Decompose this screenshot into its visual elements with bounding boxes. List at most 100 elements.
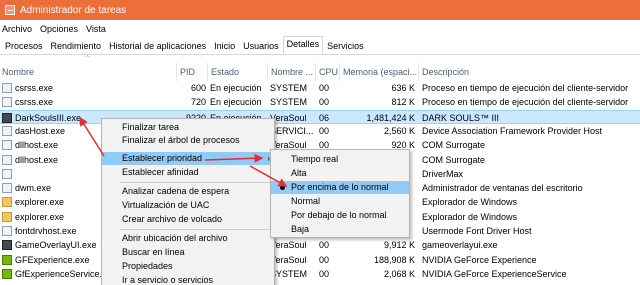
cell-desc: Proceso en tiempo de ejecución del clien… bbox=[422, 83, 629, 93]
menu-item-establecer-prioridad-label: Establecer prioridad bbox=[122, 153, 203, 163]
priority-alta[interactable]: Alta bbox=[271, 167, 409, 180]
priority-submenu: Tiempo real Alta Por encima de lo normal… bbox=[270, 149, 410, 238]
folder-icon bbox=[2, 211, 12, 222]
column-descripcion[interactable]: Descripción bbox=[420, 63, 640, 81]
cell-desc: DriverMax bbox=[422, 168, 464, 179]
column-usuario[interactable]: Nombre ... bbox=[269, 63, 316, 81]
column-pid[interactable]: PID bbox=[178, 63, 208, 81]
priority-baja[interactable]: Baja bbox=[271, 223, 409, 236]
process-icon bbox=[2, 168, 12, 179]
cell-desc: COM Surrogate bbox=[422, 154, 486, 165]
cell-user: SERVICI... bbox=[270, 125, 314, 136]
priority-por-debajo-normal[interactable]: Por debajo de lo normal bbox=[271, 209, 409, 222]
cell-desc: Explorador de Windows bbox=[422, 197, 518, 208]
cell-cpu: 00 bbox=[319, 125, 330, 136]
column-cpu[interactable]: CPU bbox=[317, 63, 340, 81]
process-icon bbox=[2, 140, 12, 151]
table-row[interactable]: GameOverlayUI.exe VeraSoul 00 9,912 Kgameov… bbox=[0, 238, 640, 252]
menu-item-ir-servicio[interactable]: Ir a servicio o servicios bbox=[102, 274, 274, 285]
priority-normal[interactable]: Normal bbox=[271, 195, 409, 208]
cell-cpu: 06 bbox=[319, 112, 330, 123]
tab-detalles[interactable]: Detalles bbox=[282, 36, 324, 54]
cell-pid: 600 bbox=[190, 83, 206, 93]
cell-desc: DARK SOULS™ III bbox=[422, 112, 500, 123]
menu-opciones[interactable]: Opciones bbox=[40, 24, 78, 34]
cell-desc: NVIDIA GeForce ExperienceService bbox=[422, 268, 567, 279]
table-row[interactable]: GfExperienceService.exe SYSTEM 00 2,068 K NV… bbox=[0, 267, 640, 281]
cell-mem: 2,068 K bbox=[383, 268, 415, 279]
cell-desc: NVIDIA GeForce Experience bbox=[422, 254, 537, 265]
menu-item-analizar-cadena[interactable]: Analizar cadena de espera bbox=[102, 185, 274, 198]
cell-user: VeraSoul bbox=[270, 240, 307, 251]
tab-servicios[interactable]: Servicios bbox=[323, 38, 368, 54]
folder-icon bbox=[2, 197, 12, 208]
priority-tiempo-real[interactable]: Tiempo real bbox=[271, 153, 409, 166]
column-estado[interactable]: Estado bbox=[209, 63, 268, 81]
menu-item-establecer-prioridad[interactable]: Establecer prioridad › bbox=[102, 152, 274, 165]
tab-rendimiento[interactable]: Rendimiento bbox=[47, 38, 106, 54]
column-memoria[interactable]: Memoria (espaci... bbox=[341, 63, 419, 81]
cell-user: SYSTEM bbox=[270, 97, 308, 108]
menu-item-finalizar-arbol[interactable]: Finalizar el árbol de procesos bbox=[102, 134, 274, 147]
cell-mem: 188,908 K bbox=[373, 254, 415, 265]
cell-state: En ejecución bbox=[210, 97, 262, 108]
menu-archivo[interactable]: Archivo bbox=[2, 24, 32, 34]
window-title: Administrador de tareas bbox=[20, 4, 127, 16]
table-row[interactable]: csrss.exe 720 En ejecución SYSTEM 00 812 K Pro… bbox=[0, 95, 640, 109]
tab-historial[interactable]: Historial de aplicaciones bbox=[105, 38, 210, 54]
cell-desc: Usermode Font Driver Host bbox=[422, 226, 532, 236]
cell-desc: gameoverlayui.exe bbox=[422, 240, 498, 251]
menu-item-abrir-ubicacion[interactable]: Abrir ubicación del archivo bbox=[102, 232, 274, 245]
priority-por-encima-normal-label: Por encima de lo normal bbox=[291, 182, 389, 192]
cell-cpu: 00 bbox=[319, 268, 330, 279]
cell-desc: Device Association Framework Provider Ho… bbox=[422, 125, 603, 136]
task-manager-icon bbox=[5, 5, 15, 15]
process-icon bbox=[2, 183, 12, 194]
sort-chevron-icon: ⌃ bbox=[84, 54, 91, 63]
cell-mem: 1,481,424 K bbox=[366, 112, 415, 123]
cell-state: En ejecución bbox=[210, 83, 262, 93]
menu-item-propiedades[interactable]: Propiedades bbox=[102, 260, 274, 273]
menu-item-establecer-afinidad[interactable]: Establecer afinidad bbox=[102, 166, 274, 179]
menu-item-finalizar-tarea[interactable]: Finalizar tarea bbox=[102, 121, 274, 134]
cell-mem: 9,912 K bbox=[383, 240, 415, 251]
tab-strip: Procesos Rendimiento Historial de aplica… bbox=[0, 36, 640, 55]
cell-user: SYSTEM bbox=[270, 268, 308, 279]
process-icon bbox=[2, 154, 12, 165]
process-name: csrss.exe bbox=[15, 97, 54, 108]
cell-cpu: 00 bbox=[319, 240, 330, 251]
tab-inicio[interactable]: Inicio bbox=[210, 38, 239, 54]
column-nombre[interactable]: Nombre bbox=[0, 63, 177, 81]
cell-desc: Administrador de ventanas del escritorio bbox=[422, 183, 583, 194]
table-row[interactable]: csrss.exe 600 En ejecución SYSTEM 00 636 K Pro… bbox=[0, 81, 640, 95]
column-header: ⌃ Nombre PID Estado Nombre ... CPU Memor… bbox=[0, 55, 640, 81]
steam-icon bbox=[2, 240, 12, 251]
cell-user: VeraSoul bbox=[270, 254, 307, 265]
process-icon bbox=[2, 226, 12, 236]
cell-mem: 812 K bbox=[391, 97, 415, 108]
title-bar[interactable]: Administrador de tareas bbox=[0, 0, 640, 20]
cell-desc: Proceso en tiempo de ejecución del clien… bbox=[422, 97, 629, 108]
game-icon bbox=[2, 112, 12, 123]
cell-user: SYSTEM bbox=[270, 83, 308, 93]
nvidia-icon bbox=[2, 254, 12, 265]
menu-item-buscar-linea[interactable]: Buscar en línea bbox=[102, 246, 274, 259]
menu-separator bbox=[120, 182, 272, 183]
tab-procesos[interactable]: Procesos bbox=[1, 38, 47, 54]
cell-user: VeraSoul bbox=[270, 112, 307, 123]
menu-item-virtualizacion-uac[interactable]: Virtualización de UAC bbox=[102, 199, 274, 212]
tab-usuarios[interactable]: Usuarios bbox=[239, 38, 283, 54]
selected-bullet-icon bbox=[280, 185, 285, 190]
table-row[interactable]: dasHost.exe SERVICI... 00 2,560 K Device Ass… bbox=[0, 124, 640, 138]
menu-separator bbox=[120, 229, 272, 230]
table-row[interactable]: DarkSoulsIII.exe9220En ejecuciónVeraSoul… bbox=[0, 109, 640, 124]
table-row[interactable]: GFExperience.exe VeraSoul 00 188,908 K NVIDI… bbox=[0, 253, 640, 267]
menu-item-crear-volcado[interactable]: Crear archivo de volcado bbox=[102, 213, 274, 226]
cell-desc: COM Surrogate bbox=[422, 140, 486, 151]
priority-por-encima-normal[interactable]: Por encima de lo normal bbox=[271, 181, 409, 194]
context-menu: Finalizar tarea Finalizar el árbol de pr… bbox=[101, 118, 275, 285]
process-icon bbox=[2, 125, 12, 136]
cell-cpu: 00 bbox=[319, 83, 330, 93]
menu-vista[interactable]: Vista bbox=[86, 24, 106, 34]
cell-cpu: 00 bbox=[319, 254, 330, 265]
